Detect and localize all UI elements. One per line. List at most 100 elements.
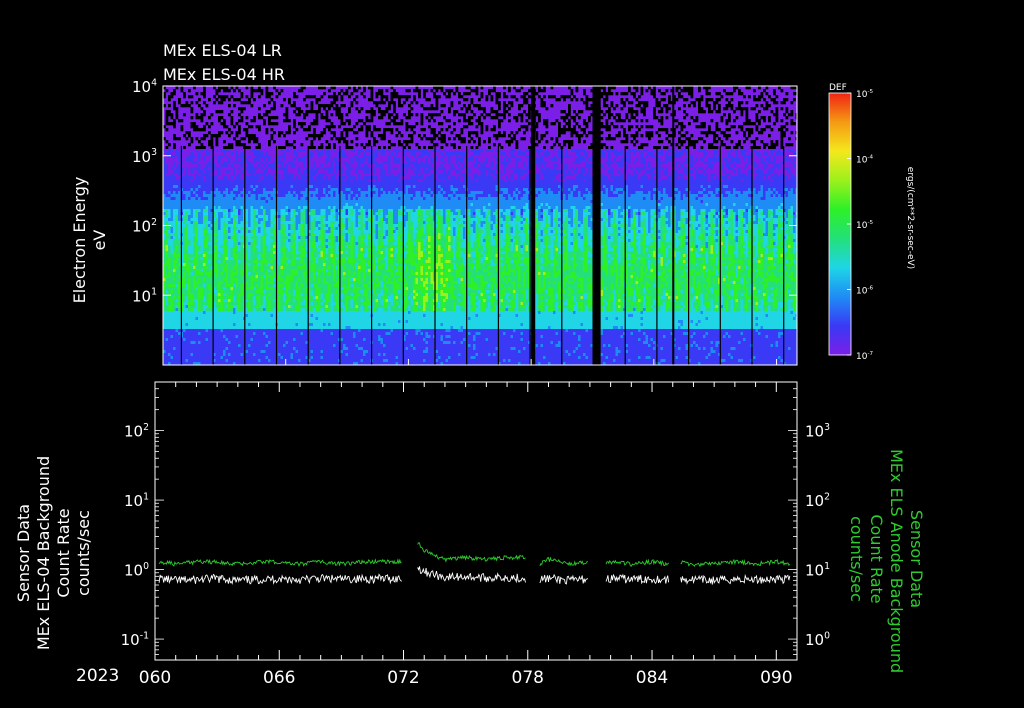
spectrogram-cell bbox=[203, 260, 206, 263]
spectrogram-cell bbox=[303, 224, 306, 227]
spectrogram-cell bbox=[303, 338, 306, 341]
spectrogram-cell bbox=[183, 200, 186, 203]
spectrogram-cell bbox=[221, 131, 224, 134]
spectrogram-cell bbox=[301, 179, 304, 182]
spectrogram-cell bbox=[241, 311, 244, 314]
spectrogram-cell bbox=[246, 257, 249, 260]
spectrogram-cell bbox=[188, 167, 191, 170]
spectrogram-cell bbox=[268, 224, 271, 227]
spectrogram-cell bbox=[226, 227, 229, 230]
spectrogram-cell bbox=[301, 260, 304, 263]
spectrogram-cell bbox=[171, 200, 174, 203]
spectrogram-cell bbox=[178, 350, 181, 353]
spectrogram-cell bbox=[296, 239, 299, 242]
spectrogram-cell bbox=[286, 215, 289, 218]
spectrogram-cell bbox=[301, 227, 304, 230]
spectrogram-cell bbox=[313, 137, 316, 140]
spectrogram-cell bbox=[183, 179, 186, 182]
spectrogram-cell bbox=[193, 227, 196, 230]
spectrogram-cell bbox=[183, 338, 186, 341]
spectrogram-cell bbox=[221, 272, 224, 275]
spectrogram-cell bbox=[208, 230, 211, 233]
spectrogram-cell bbox=[263, 170, 266, 173]
spectrogram-cell bbox=[228, 212, 231, 215]
spectrogram-cell bbox=[246, 248, 249, 251]
spectrogram-cell bbox=[171, 176, 174, 179]
spectrogram-cell bbox=[253, 329, 256, 332]
spectrogram-cell bbox=[268, 266, 271, 269]
spectrogram-cell bbox=[203, 149, 206, 152]
spectrogram-cell bbox=[258, 278, 261, 281]
spectrogram-cell bbox=[166, 140, 169, 143]
spectrogram-cell bbox=[208, 152, 211, 155]
spectrogram-cell bbox=[166, 179, 169, 182]
spectrogram-cell bbox=[273, 305, 276, 308]
spectrogram-cell bbox=[278, 293, 281, 296]
spectrogram-cell bbox=[226, 152, 229, 155]
spectrogram-cell bbox=[311, 218, 314, 221]
spectrogram-cell bbox=[186, 179, 189, 182]
spectrogram-cell bbox=[266, 200, 269, 203]
spectrogram-cell bbox=[283, 257, 286, 260]
spectrogram-cell bbox=[208, 329, 211, 332]
spectrogram-cell bbox=[236, 248, 239, 251]
spectrogram-cell bbox=[298, 266, 301, 269]
spectrogram-cell bbox=[283, 317, 286, 320]
spectrogram-cell bbox=[293, 290, 296, 293]
spectrogram-cell bbox=[223, 317, 226, 320]
spectrogram-cell bbox=[241, 221, 244, 224]
spectrogram-cell bbox=[203, 128, 206, 131]
spectrogram-cell bbox=[216, 248, 219, 251]
spectrogram-cell bbox=[201, 236, 204, 239]
spectrogram-cell bbox=[183, 326, 186, 329]
spectrogram-cell bbox=[261, 188, 264, 191]
spectrogram-cell bbox=[261, 251, 264, 254]
spectrogram-cell bbox=[253, 179, 256, 182]
spectrogram-cell bbox=[183, 290, 186, 293]
spectrogram-cell bbox=[221, 101, 224, 104]
spectrogram-cell bbox=[278, 92, 281, 95]
spectrogram-cell bbox=[188, 257, 191, 260]
spectrogram-cell bbox=[171, 197, 174, 200]
spectrogram-cell bbox=[236, 326, 239, 329]
spectrogram-cell bbox=[206, 302, 209, 305]
spectrogram-cell bbox=[171, 164, 174, 167]
spectrogram-cell bbox=[253, 311, 256, 314]
spectrogram-cell bbox=[221, 350, 224, 353]
spectrogram-cell bbox=[238, 161, 241, 164]
spectrogram-cell bbox=[296, 188, 299, 191]
spectrogram-cell bbox=[303, 260, 306, 263]
spectrogram-cell bbox=[298, 359, 301, 362]
spectrogram-cell bbox=[176, 221, 179, 224]
spectrogram-cell bbox=[251, 176, 254, 179]
spectrogram-cell bbox=[206, 242, 209, 245]
spectrogram-cell bbox=[201, 305, 204, 308]
spectrogram-cell bbox=[293, 233, 296, 236]
spectrogram-cell bbox=[201, 275, 204, 278]
spectrogram-cell bbox=[296, 155, 299, 158]
spectrogram-cell bbox=[223, 347, 226, 350]
spectrogram-cell bbox=[178, 173, 181, 176]
spectrogram-cell bbox=[263, 284, 266, 287]
spectrogram-cell bbox=[221, 167, 224, 170]
spectrogram-cell bbox=[216, 164, 219, 167]
spectrogram-cell bbox=[176, 278, 179, 281]
spectrogram-cell bbox=[251, 254, 254, 257]
spectrogram-cell bbox=[166, 305, 169, 308]
spectrogram-cell bbox=[226, 323, 229, 326]
spectrogram-cell bbox=[223, 173, 226, 176]
spectrogram-cell bbox=[168, 308, 171, 311]
spectrogram-cell bbox=[286, 179, 289, 182]
spectrogram-cell bbox=[233, 293, 236, 296]
spectrogram-cell bbox=[238, 323, 241, 326]
spectrogram-cell bbox=[253, 281, 256, 284]
spectrogram-cell bbox=[176, 281, 179, 284]
spectrogram-cell bbox=[208, 140, 211, 143]
spectrogram-cell bbox=[271, 134, 274, 137]
spectrogram-cell bbox=[293, 296, 296, 299]
spectrogram-cell bbox=[301, 200, 304, 203]
spectrogram-cell bbox=[296, 212, 299, 215]
spectrogram-cell bbox=[228, 272, 231, 275]
spectrogram-cell bbox=[296, 332, 299, 335]
spectrogram-cell bbox=[228, 164, 231, 167]
